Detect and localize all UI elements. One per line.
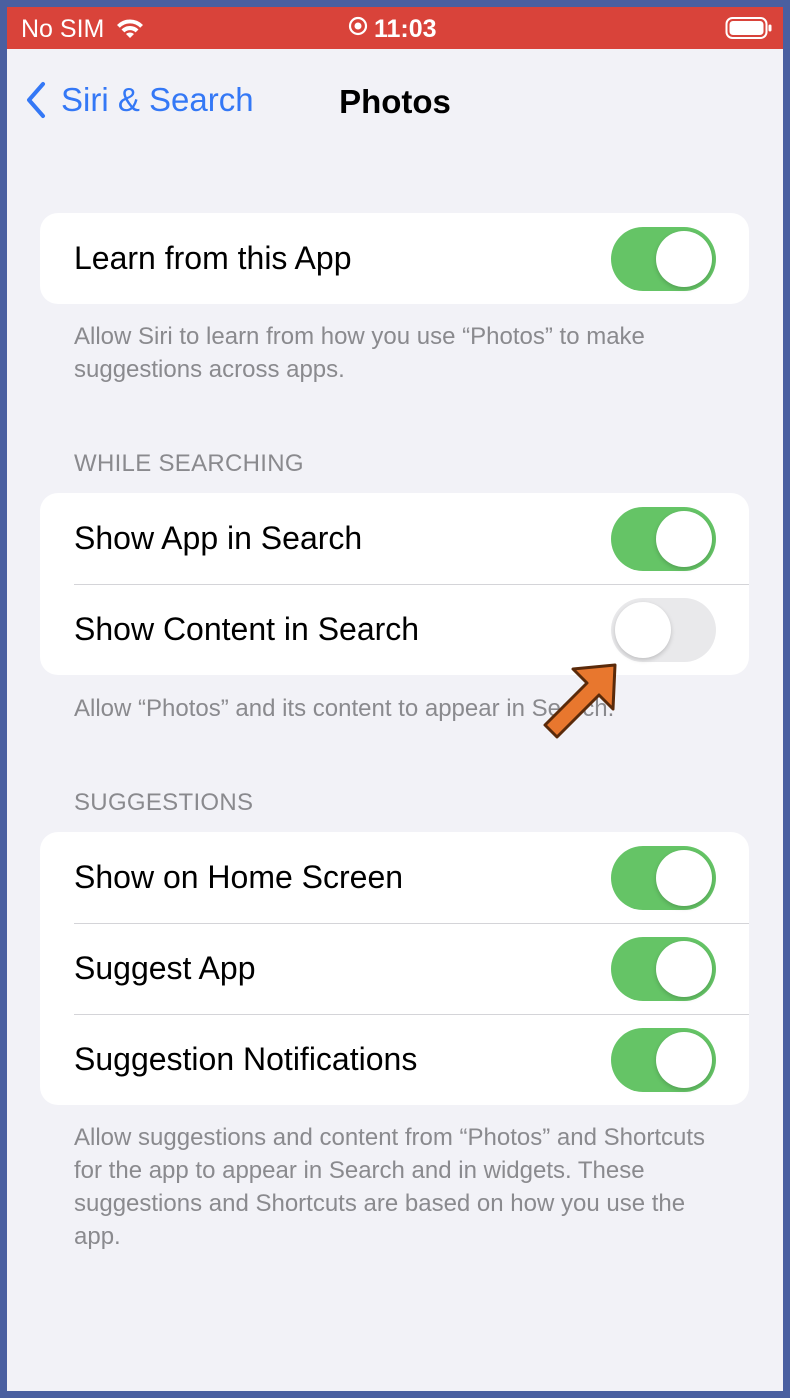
status-bar: No SIM 11:03 bbox=[7, 7, 783, 49]
carrier-label: No SIM bbox=[21, 15, 105, 43]
section-header-while-searching: WHILE SEARCHING bbox=[74, 450, 304, 477]
show-content-in-search-toggle[interactable] bbox=[611, 598, 716, 662]
phone-screen: No SIM 11:03 Siri & Search Photos Learn … bbox=[7, 7, 783, 1391]
setting-row-suggest-app: Suggest App bbox=[40, 923, 749, 1014]
section-header-suggestions: SUGGESTIONS bbox=[74, 789, 254, 816]
searching-footer: Allow “Photos” and its content to appear… bbox=[74, 695, 615, 722]
toggle-knob bbox=[656, 231, 712, 287]
suggestion-notifications-toggle[interactable] bbox=[611, 1028, 716, 1092]
learn-from-app-toggle[interactable] bbox=[611, 227, 716, 291]
suggestions-group: Show on Home Screen Suggest App Suggesti… bbox=[40, 832, 749, 1105]
show-app-in-search-toggle[interactable] bbox=[611, 507, 716, 571]
wifi-icon bbox=[114, 16, 146, 45]
setting-row-learn-from-app: Learn from this App bbox=[40, 213, 749, 304]
annotation-arrow-icon bbox=[543, 663, 617, 739]
toggle-knob bbox=[615, 602, 671, 658]
setting-row-suggestion-notifications: Suggestion Notifications bbox=[40, 1014, 749, 1105]
setting-label: Learn from this App bbox=[74, 240, 352, 276]
page-title: Photos bbox=[339, 83, 451, 120]
learn-group: Learn from this App bbox=[40, 213, 749, 304]
toggle-knob bbox=[656, 511, 712, 567]
setting-label: Show App in Search bbox=[74, 520, 363, 556]
suggest-app-toggle[interactable] bbox=[611, 937, 716, 1001]
setting-label: Show Content in Search bbox=[74, 611, 420, 647]
toggle-knob bbox=[656, 850, 712, 906]
setting-label: Show on Home Screen bbox=[74, 859, 404, 895]
setting-row-show-content-in-search: Show Content in Search bbox=[40, 584, 749, 675]
searching-group: Show App in Search Show Content in Searc… bbox=[40, 493, 749, 675]
toggle-knob bbox=[656, 1032, 712, 1088]
status-center: 11:03 bbox=[348, 15, 437, 44]
setting-label: Suggestion Notifications bbox=[74, 1041, 418, 1077]
battery-icon bbox=[725, 16, 773, 45]
navigation-bar: Siri & Search Photos bbox=[7, 49, 783, 149]
suggestions-footer: Allow suggestions and content from “Phot… bbox=[74, 1124, 706, 1250]
setting-row-show-on-home-screen: Show on Home Screen bbox=[40, 832, 749, 923]
show-on-home-screen-toggle[interactable] bbox=[611, 846, 716, 910]
setting-label: Suggest App bbox=[74, 950, 256, 986]
location-icon bbox=[348, 14, 368, 43]
learn-footer: Allow Siri to learn from how you use “Ph… bbox=[74, 323, 645, 383]
clock: 11:03 bbox=[374, 15, 437, 43]
toggle-knob bbox=[656, 941, 712, 997]
setting-row-show-app-in-search: Show App in Search bbox=[40, 493, 749, 584]
